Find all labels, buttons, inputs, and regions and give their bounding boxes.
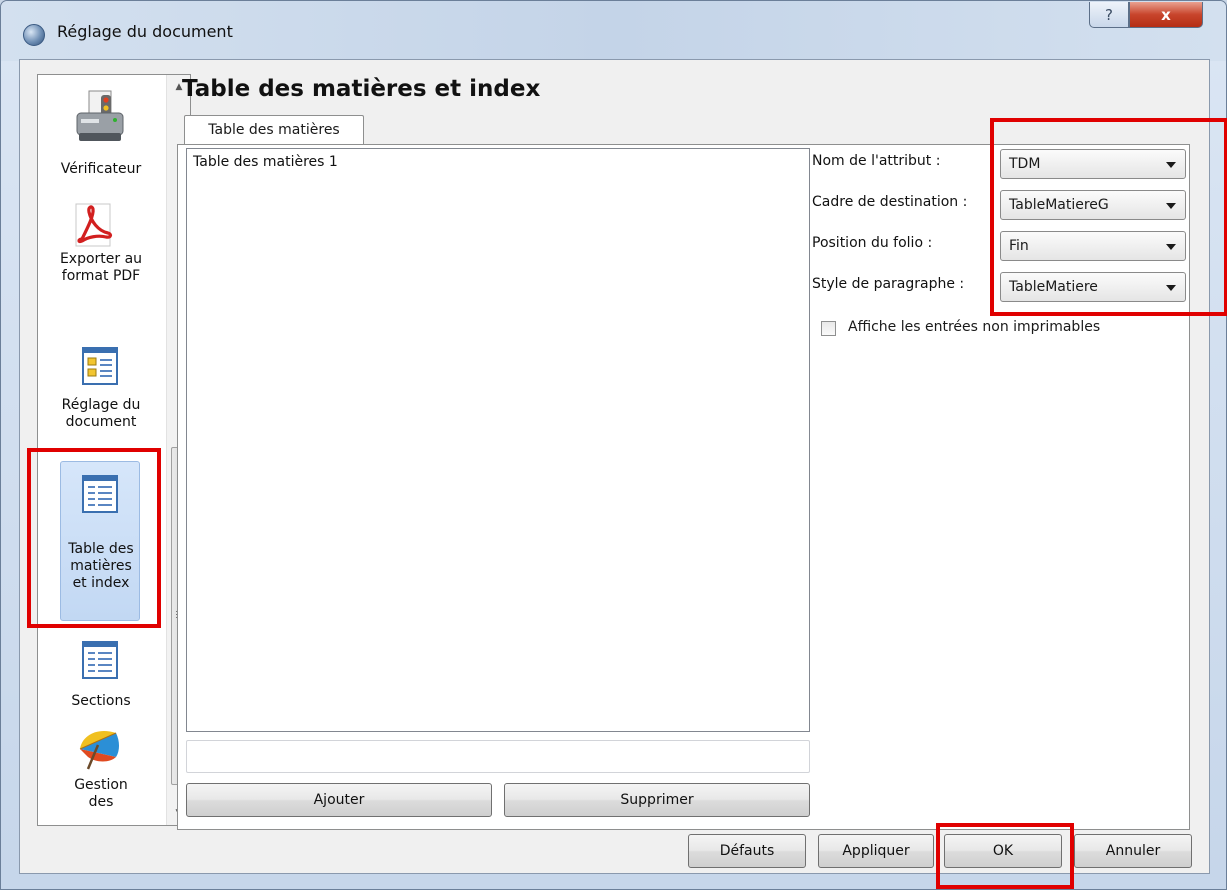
help-button[interactable]: ?: [1089, 2, 1129, 28]
ok-button[interactable]: OK: [944, 834, 1062, 868]
paragraph-style-select[interactable]: TableMatiere: [1000, 272, 1186, 302]
sidebar-item-label: Exporter au format PDF: [59, 251, 143, 284]
sections-icon: [82, 641, 118, 679]
cancel-button[interactable]: Annuler: [1074, 834, 1192, 868]
folio-position-value: Fin: [1009, 238, 1029, 254]
table-of-contents-icon: [82, 475, 118, 513]
sidebar-item-label: Vérificateur: [60, 161, 142, 177]
close-icon: x: [1161, 5, 1171, 24]
folio-position-label: Position du folio :: [812, 235, 933, 251]
sidebar-item-reglage-document[interactable]: Réglage du document: [38, 341, 164, 461]
window-title: Réglage du document: [57, 22, 233, 41]
help-icon: ?: [1105, 5, 1113, 24]
folio-position-select[interactable]: Fin: [1000, 231, 1186, 261]
sidebar-item-gestion[interactable]: Gestion des: [38, 725, 164, 825]
page-title: Table des matières et index: [182, 76, 541, 102]
app-globe-icon: [23, 24, 45, 46]
sidebar-item-exporter-pdf[interactable]: Exporter au format PDF: [38, 193, 164, 343]
printer-check-icon: [76, 90, 124, 141]
remove-button[interactable]: Supprimer: [504, 783, 810, 817]
close-button[interactable]: x: [1129, 2, 1203, 28]
defaults-button[interactable]: Défauts: [688, 834, 806, 868]
sidebar-item-verificateur[interactable]: Vérificateur: [38, 85, 164, 185]
toc-list[interactable]: Table des matières 1: [186, 148, 810, 732]
sidebar-item-sections[interactable]: Sections: [38, 637, 164, 721]
chevron-down-icon: [1166, 203, 1176, 209]
attribute-name-value: TDM: [1009, 156, 1041, 172]
title-bar: Réglage du document ? x: [1, 1, 1226, 61]
chevron-down-icon: [1166, 285, 1176, 291]
tab-table-des-matieres[interactable]: Table des matières: [184, 115, 364, 145]
chevron-down-icon: [1166, 244, 1176, 250]
pdf-icon: [75, 203, 113, 247]
paragraph-style-value: TableMatiere: [1009, 279, 1098, 295]
sidebar-panel: Vérificateur Exporter au format PDF Régl…: [37, 74, 191, 826]
chevron-down-icon: [1166, 162, 1176, 168]
document-layout-icon: [82, 347, 118, 385]
destination-frame-value: TableMatiereG: [1009, 197, 1109, 213]
attribute-name-select[interactable]: TDM: [1000, 149, 1186, 179]
nonprintable-checkbox[interactable]: [821, 321, 836, 336]
sidebar-item-label: Table des matières et index: [68, 541, 134, 591]
tab-pane: Table des matières 1 Ajouter Supprimer N…: [177, 144, 1190, 830]
dialog-client-area: Vérificateur Exporter au format PDF Régl…: [19, 59, 1210, 874]
destination-frame-label: Cadre de destination :: [812, 194, 968, 210]
toc-name-input[interactable]: [186, 740, 810, 773]
dialog-window: Réglage du document ? x Vérificateur Exp…: [0, 0, 1227, 890]
sidebar-item-table-matieres[interactable]: Table des matières et index: [38, 461, 164, 627]
sidebar-item-label: Gestion des: [74, 777, 128, 810]
sidebar-item-label: Réglage du document: [61, 397, 141, 430]
paragraph-style-label: Style de paragraphe :: [812, 276, 965, 292]
apply-button[interactable]: Appliquer: [818, 834, 934, 868]
sidebar-item-label: Sections: [71, 693, 131, 709]
attribute-name-label: Nom de l'attribut :: [812, 153, 941, 169]
add-button[interactable]: Ajouter: [186, 783, 492, 817]
nonprintable-label[interactable]: Affiche les entrées non imprimables: [848, 319, 1100, 335]
umbrella-icon: [79, 730, 119, 770]
destination-frame-select[interactable]: TableMatiereG: [1000, 190, 1186, 220]
list-item[interactable]: Table des matières 1: [187, 149, 809, 175]
